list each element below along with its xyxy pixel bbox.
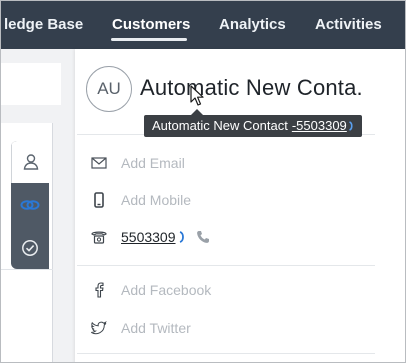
- tab-linked[interactable]: [11, 184, 49, 226]
- telephone-icon: [89, 227, 109, 247]
- tab-contact-details[interactable]: [11, 141, 49, 183]
- tooltip-phone-number: -5503309: [291, 118, 347, 133]
- mobile-field[interactable]: Add Mobile: [89, 189, 191, 211]
- mobile-icon: [89, 190, 109, 210]
- side-tab-strip: [11, 141, 49, 269]
- tooltip-name: Automatic New Contact: [152, 118, 288, 133]
- app-frame: ledge Base Customers Analytics Activitie…: [0, 0, 406, 363]
- twitter-field[interactable]: Add Twitter: [89, 317, 191, 339]
- facebook-icon: [89, 280, 109, 300]
- nav-knowledge-base[interactable]: ledge Base: [4, 1, 83, 49]
- phone-number-link[interactable]: 5503309: [121, 229, 176, 245]
- mouse-cursor-icon: [190, 85, 204, 112]
- contact-name-tooltip: Automatic New Contact -5503309: [144, 115, 362, 137]
- background-list-card: [1, 63, 61, 105]
- person-icon: [23, 154, 38, 170]
- check-circle-icon: [22, 240, 38, 256]
- tooltip-call-icon: [348, 121, 354, 131]
- top-nav: ledge Base Customers Analytics Activitie…: [1, 1, 405, 49]
- background-divider: [1, 269, 53, 270]
- envelope-icon: [89, 153, 109, 173]
- social-divider: [77, 265, 375, 266]
- nav-customers[interactable]: Customers: [112, 1, 190, 49]
- tab-tasks[interactable]: [11, 227, 49, 269]
- twitter-placeholder: Add Twitter: [121, 320, 191, 336]
- bottom-divider: [77, 353, 375, 354]
- email-placeholder: Add Email: [121, 155, 185, 171]
- link-icon: [20, 200, 40, 210]
- facebook-placeholder: Add Facebook: [121, 282, 212, 298]
- nav-active-indicator: [111, 38, 187, 41]
- twitter-icon: [89, 318, 109, 338]
- avatar[interactable]: AU: [86, 66, 132, 112]
- phone-call-icon[interactable]: [196, 230, 210, 244]
- contact-card: AU Automatic New Conta. Add Email Add Mo…: [75, 49, 405, 362]
- click-to-call-icon[interactable]: [178, 231, 186, 243]
- nav-activities[interactable]: Activities: [315, 1, 382, 49]
- email-field[interactable]: Add Email: [89, 152, 185, 174]
- facebook-field[interactable]: Add Facebook: [89, 279, 211, 301]
- mobile-placeholder: Add Mobile: [121, 192, 192, 208]
- contact-name[interactable]: Automatic New Conta.: [140, 75, 363, 101]
- phone-field[interactable]: 5503309: [89, 226, 210, 248]
- nav-analytics[interactable]: Analytics: [219, 1, 286, 49]
